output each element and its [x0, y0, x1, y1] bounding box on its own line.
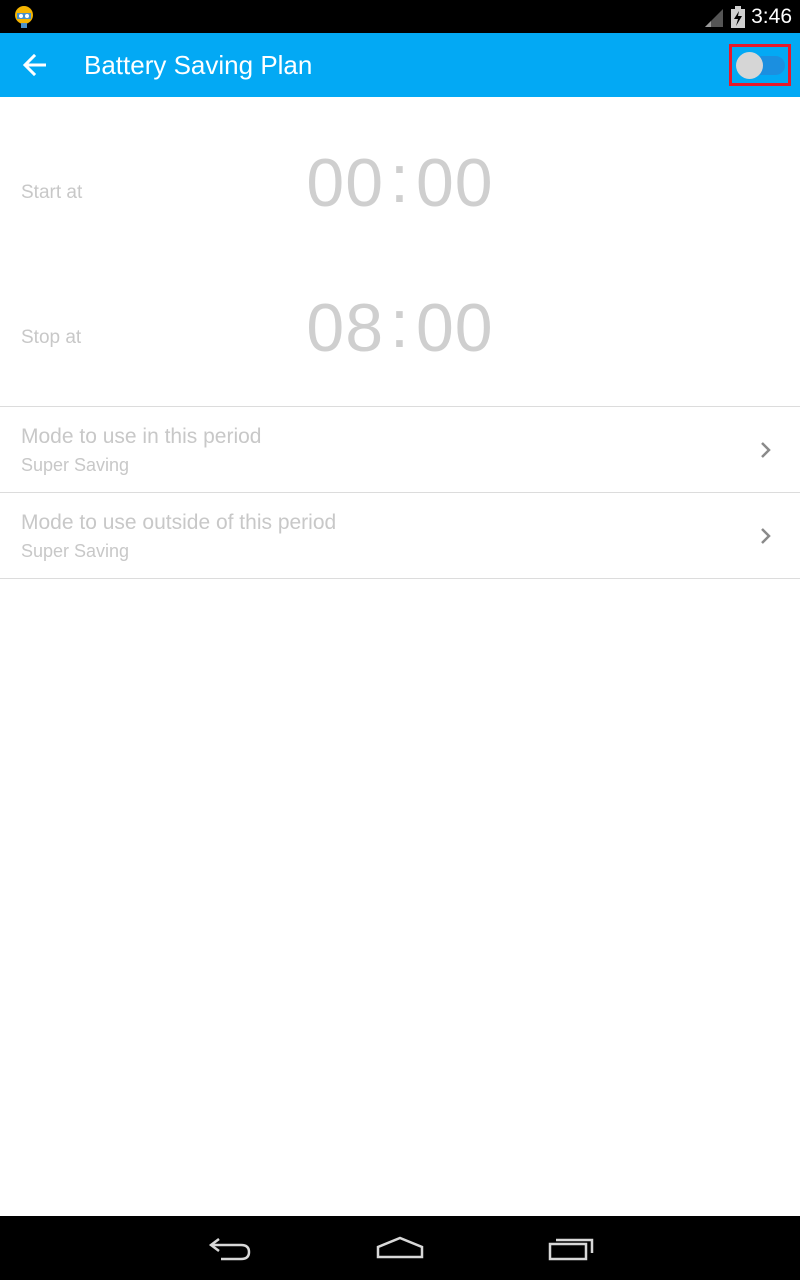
nav-back-button[interactable]: [200, 1228, 260, 1268]
toggle-thumb: [736, 52, 763, 79]
page-title: Battery Saving Plan: [84, 50, 313, 80]
battery-charging-icon: [731, 5, 746, 28]
start-minute[interactable]: 00: [416, 145, 494, 221]
list-item-value: Super Saving: [21, 541, 130, 561]
back-nav-icon: [208, 1238, 251, 1261]
arrow-left-icon: [22, 54, 46, 76]
stop-minute[interactable]: 00: [416, 290, 494, 366]
back-button[interactable]: [14, 45, 56, 85]
status-indicators: 3:46: [703, 0, 792, 33]
time-separator: :: [390, 286, 410, 362]
stop-time-row[interactable]: Stop at 08:00: [0, 285, 800, 385]
time-separator: :: [390, 141, 410, 217]
list-item-mode-in-period[interactable]: Mode to use in this period Super Saving: [0, 407, 800, 493]
nav-home-button[interactable]: [370, 1228, 430, 1268]
status-bar: 3:46: [0, 0, 800, 33]
plan-enable-toggle[interactable]: [729, 44, 791, 86]
list-item-value: Super Saving: [21, 455, 130, 475]
start-time-label: Start at: [21, 182, 83, 203]
start-hour[interactable]: 00: [306, 145, 384, 221]
start-time-row[interactable]: Start at 00:00: [0, 140, 800, 240]
recents-nav-icon: [548, 1238, 594, 1261]
chevron-right-icon: [761, 528, 771, 544]
stop-hour[interactable]: 08: [306, 290, 384, 366]
start-time-display[interactable]: 00:00: [300, 141, 500, 222]
navigation-bar: [0, 1216, 800, 1280]
list-item-title: Mode to use in this period: [21, 425, 262, 448]
list-item-mode-outside-period[interactable]: Mode to use outside of this period Super…: [0, 493, 800, 579]
nav-recents-button[interactable]: [541, 1228, 601, 1268]
app-notification-icon: [15, 6, 33, 28]
signal-icon: [705, 8, 724, 27]
status-time: 3:46: [751, 4, 792, 28]
list-item-title: Mode to use outside of this period: [21, 511, 337, 534]
stop-time-display[interactable]: 08:00: [300, 286, 500, 367]
stop-time-label: Stop at: [21, 327, 82, 348]
divider: [0, 578, 800, 579]
chevron-right-icon: [761, 442, 771, 458]
home-nav-icon: [376, 1236, 424, 1259]
toolbar: Battery Saving Plan: [0, 33, 800, 97]
